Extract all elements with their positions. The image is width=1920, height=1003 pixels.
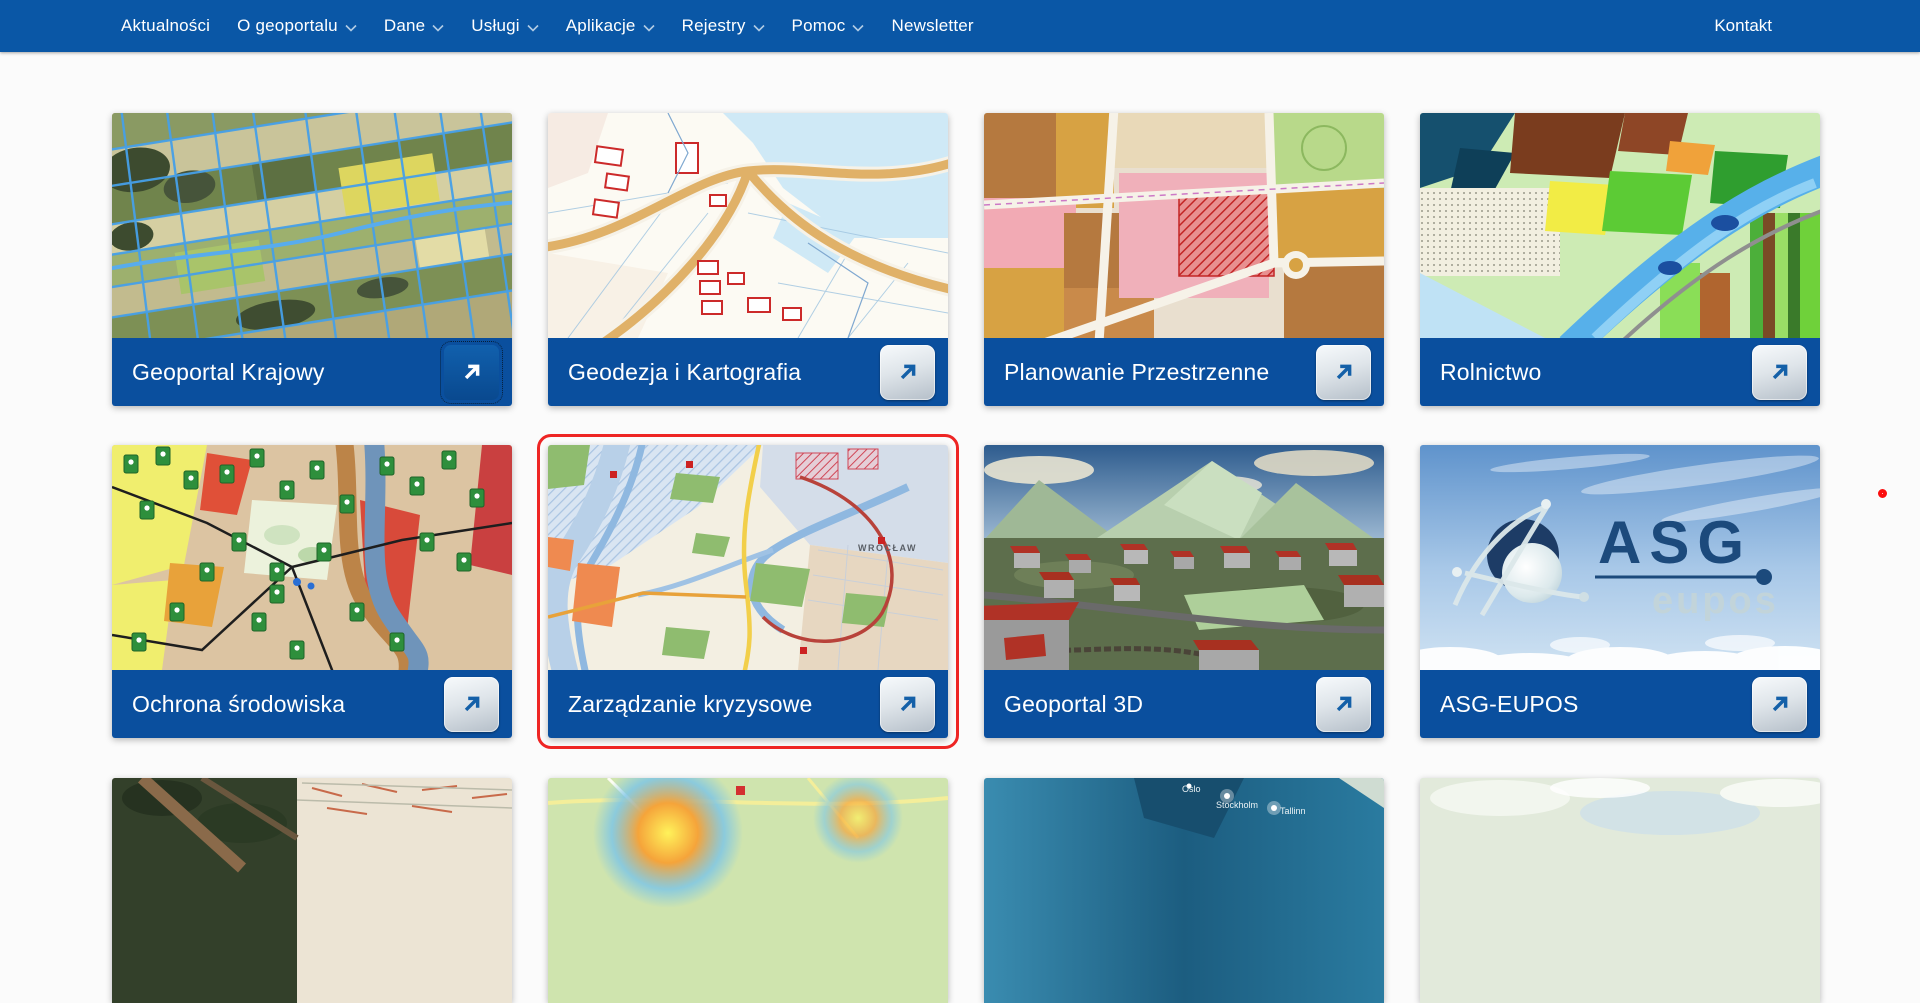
nav-item-kontakt[interactable]: Kontakt bbox=[1714, 16, 1772, 36]
orthophoto-parcels-thumbnail bbox=[112, 113, 512, 338]
external-link-icon bbox=[1336, 696, 1351, 712]
open-app-button[interactable] bbox=[1752, 344, 1807, 400]
card-title-bar: Geoportal Krajowy bbox=[112, 338, 512, 406]
card-title-bar: Zarządzanie kryzysowe bbox=[548, 670, 948, 738]
external-link-icon bbox=[900, 364, 915, 380]
app-card-title: Rolnictwo bbox=[1440, 358, 1542, 385]
nav-item-rejestry[interactable]: Rejestry bbox=[682, 16, 765, 36]
map-city-label: Tallinn bbox=[1280, 806, 1306, 816]
nav-item-label: Dane bbox=[383, 16, 426, 35]
eupos-logo-text: eupos bbox=[1652, 580, 1779, 622]
nav-item-label: Rejestry bbox=[681, 16, 746, 35]
nav-item-pomoc[interactable]: Pomoc bbox=[792, 16, 865, 36]
external-link-icon bbox=[1336, 364, 1351, 380]
map-city-label: Stockholm bbox=[1216, 800, 1258, 810]
nav-item-uslugi[interactable]: Usługi bbox=[471, 16, 539, 36]
app-card-title: Ochrona środowiska bbox=[132, 690, 346, 717]
cadastral-map-thumbnail bbox=[548, 113, 948, 338]
asg-logo-text: ASG bbox=[1598, 509, 1752, 576]
app-card-title: Zarządzanie kryzysowe bbox=[568, 690, 813, 717]
city-3d-render-thumbnail bbox=[984, 445, 1384, 670]
nav-item-label: Pomoc bbox=[791, 16, 846, 35]
orthophoto-city-thumbnail bbox=[112, 778, 512, 1003]
zoning-plan-thumbnail bbox=[984, 113, 1384, 338]
external-link-icon bbox=[464, 696, 479, 712]
chevron-down-icon bbox=[527, 24, 539, 32]
open-app-button[interactable] bbox=[1752, 676, 1807, 732]
card-title-bar: Ochrona środowiska bbox=[112, 670, 512, 738]
chevron-down-icon bbox=[432, 24, 444, 32]
card-title-bar: Geoportal 3D bbox=[984, 670, 1384, 738]
external-link-icon bbox=[1772, 364, 1787, 380]
card-title-bar: ASG-EUPOS bbox=[1420, 670, 1820, 738]
app-card-asg-eupos[interactable]: ASG eupos ASG-EUPOS bbox=[1420, 445, 1820, 738]
app-card-ochrona-srodowiska[interactable]: Ochrona środowiska bbox=[112, 445, 512, 738]
nav-item-aplikacje[interactable]: Aplikacje bbox=[566, 16, 655, 36]
app-card-rolnictwo[interactable]: Rolnictwo bbox=[1420, 113, 1820, 406]
map-city-label: WROCŁAW bbox=[858, 543, 917, 553]
app-card-geoportal-3d[interactable]: Geoportal 3D bbox=[984, 445, 1384, 738]
open-app-button[interactable] bbox=[440, 340, 503, 404]
app-card-partial-2[interactable] bbox=[548, 778, 948, 1003]
app-card-title: Geoportal 3D bbox=[1004, 690, 1144, 717]
nav-item-label: O geoportalu bbox=[237, 16, 338, 35]
sea-map-thumbnail: Oslo Stockholm Tallinn bbox=[984, 778, 1384, 1003]
app-card-geoportal-krajowy[interactable]: Geoportal Krajowy bbox=[112, 113, 512, 406]
nav-item-newsletter[interactable]: Newsletter bbox=[891, 16, 973, 36]
app-card-title: Planowanie Przestrzenne bbox=[1004, 358, 1270, 385]
external-link-icon bbox=[1772, 696, 1787, 712]
card-title-bar: Geodezja i Kartografia bbox=[548, 338, 948, 406]
open-app-button[interactable] bbox=[880, 676, 935, 732]
app-card-title: Geodezja i Kartografia bbox=[568, 358, 802, 385]
heatmap-thumbnail bbox=[548, 778, 948, 1003]
asg-eupos-logo-thumbnail: ASG eupos bbox=[1420, 445, 1820, 670]
chevron-down-icon bbox=[852, 24, 865, 32]
nav-item-aktualnosci[interactable]: Aktualności bbox=[121, 16, 210, 36]
crisis-management-map-thumbnail: WROCŁAW bbox=[548, 445, 948, 670]
chevron-down-icon bbox=[345, 24, 357, 32]
geoportal-home-page: { "navbar": { "background": "#0a57a6", "… bbox=[0, 0, 1920, 1003]
chevron-down-icon bbox=[643, 24, 655, 32]
open-app-button[interactable] bbox=[1316, 676, 1371, 732]
nav-item-dane[interactable]: Dane bbox=[384, 16, 444, 36]
open-app-button[interactable] bbox=[880, 344, 935, 400]
app-card-partial-4[interactable] bbox=[1420, 778, 1820, 1003]
app-card-title: ASG-EUPOS bbox=[1440, 690, 1579, 717]
app-card-title: Geoportal Krajowy bbox=[132, 358, 325, 385]
external-link-icon bbox=[464, 364, 479, 380]
pale-satellite-thumbnail bbox=[1420, 778, 1820, 1003]
open-app-button[interactable] bbox=[1316, 344, 1371, 400]
red-ring-marker bbox=[1878, 489, 1887, 498]
external-link-icon bbox=[900, 696, 915, 712]
app-card-partial-3[interactable]: Oslo Stockholm Tallinn bbox=[984, 778, 1384, 1003]
card-title-bar: Planowanie Przestrzenne bbox=[984, 338, 1384, 406]
app-card-zarzadzanie-kryzysowe[interactable]: WROCŁAW Zarządzanie kryzysowe bbox=[537, 434, 959, 749]
nav-item-label: Aktualności bbox=[121, 16, 211, 35]
top-navbar: Aktualności O geoportalu Dane Usługi Apl… bbox=[0, 0, 1920, 52]
nav-item-o-geoportalu[interactable]: O geoportalu bbox=[237, 16, 357, 36]
chevron-down-icon bbox=[752, 24, 765, 32]
nav-item-label: Newsletter bbox=[891, 16, 974, 35]
navbar-menu: Aktualności O geoportalu Dane Usługi Apl… bbox=[121, 16, 1714, 36]
app-card-partial-1[interactable] bbox=[112, 778, 512, 1003]
agriculture-map-thumbnail bbox=[1420, 113, 1820, 338]
app-card-planowanie-przestrzenne[interactable]: Planowanie Przestrzenne bbox=[984, 113, 1384, 406]
environment-map-thumbnail bbox=[112, 445, 512, 670]
app-card-geodezja-i-kartografia[interactable]: Geodezja i Kartografia bbox=[548, 113, 948, 406]
open-app-button[interactable] bbox=[444, 676, 499, 732]
nav-item-label: Usługi bbox=[471, 16, 520, 35]
card-title-bar: Rolnictwo bbox=[1420, 338, 1820, 406]
nav-item-label: Aplikacje bbox=[565, 16, 636, 35]
map-city-label: Oslo bbox=[1182, 784, 1201, 794]
